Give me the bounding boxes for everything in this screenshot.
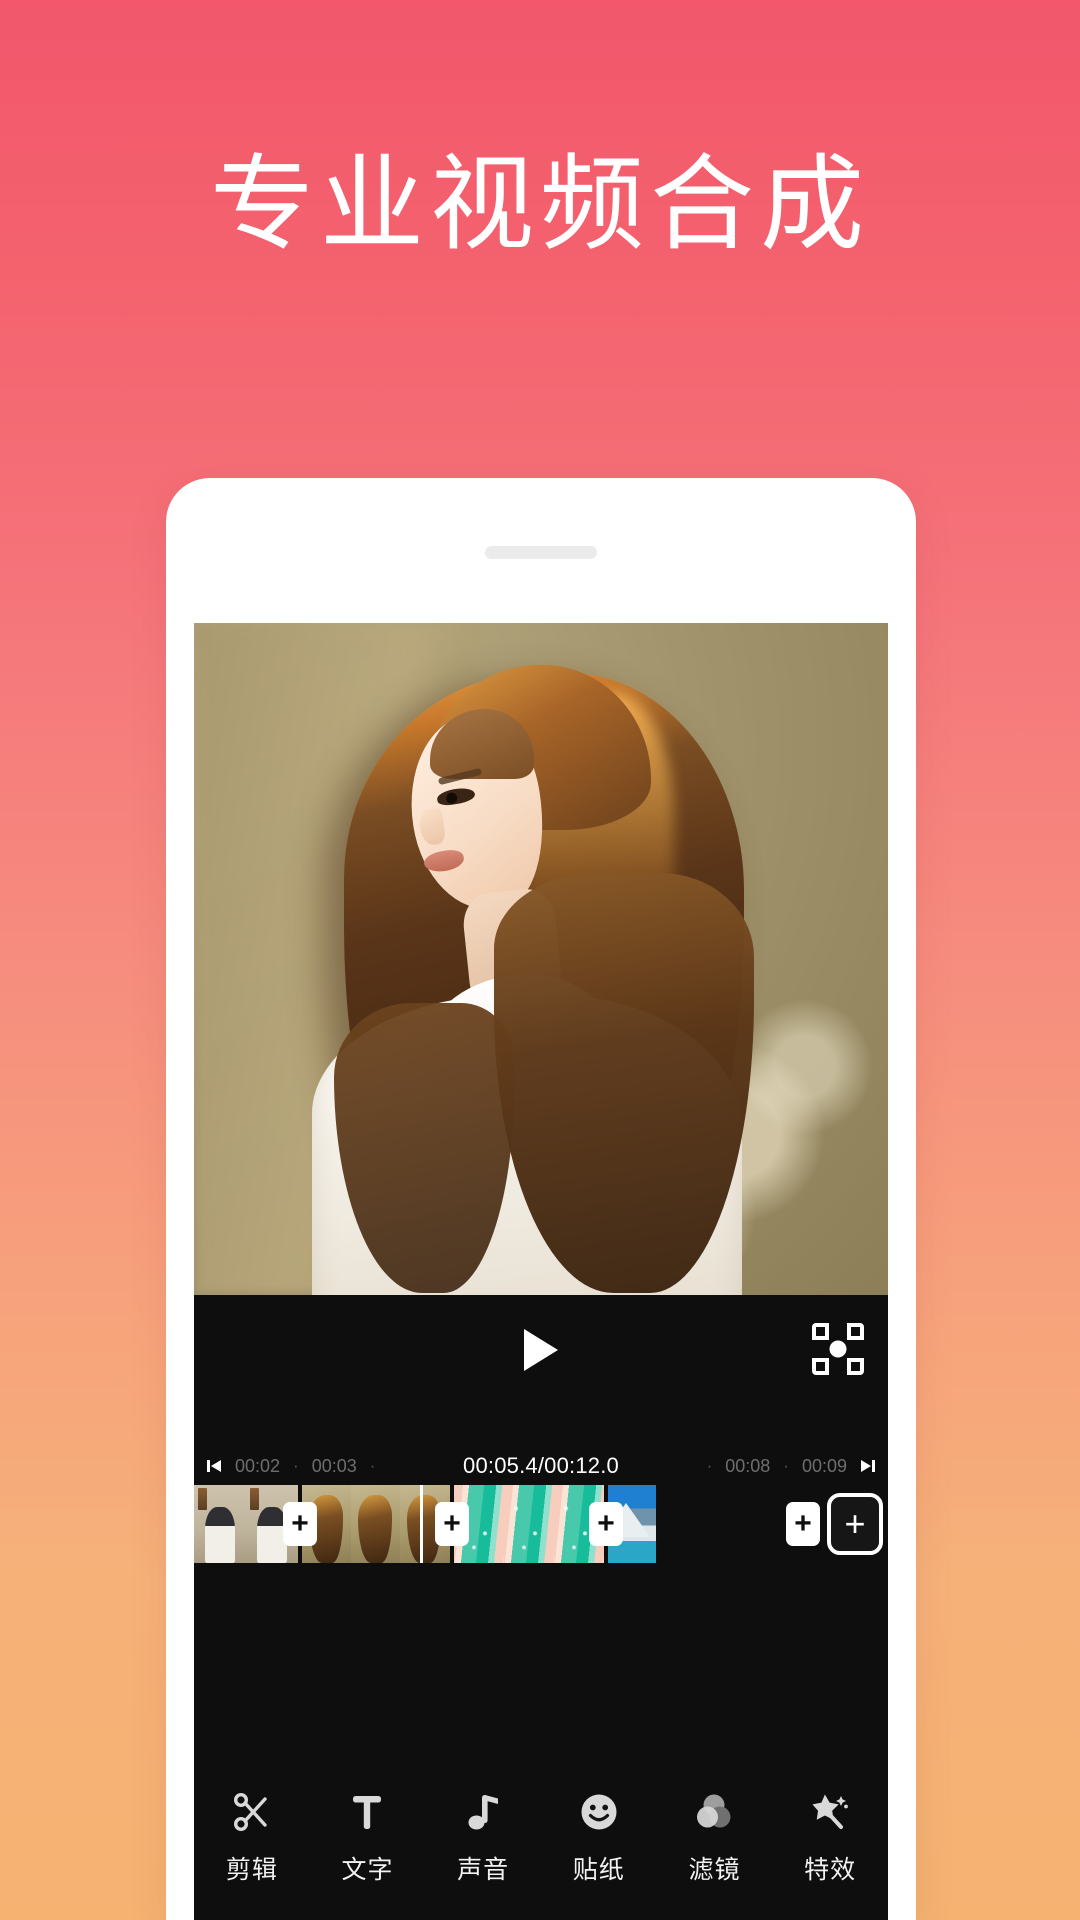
clip-thumb	[351, 1485, 400, 1563]
magic-wand-icon	[806, 1788, 854, 1836]
transition-add-button-3[interactable]: +	[589, 1502, 623, 1546]
skip-next-icon[interactable]	[860, 1458, 876, 1474]
app-screen: 00:02 · 00:03 · 00:05.4/00:12.0 · 00:08 …	[194, 623, 888, 1920]
toolbar-item-text[interactable]: 文字	[315, 1788, 420, 1886]
fullscreen-corner-bl	[812, 1358, 829, 1375]
timeline-strip[interactable]: + + + + +	[194, 1485, 888, 1563]
transition-add-button-2[interactable]: +	[435, 1502, 469, 1546]
toolbar-item-effects[interactable]: 特效	[778, 1788, 883, 1886]
ruler-dot-2: ·	[369, 1456, 376, 1475]
transition-add-button-1[interactable]: +	[283, 1502, 317, 1546]
fullscreen-corner-tl	[812, 1323, 829, 1340]
transition-add-button-4[interactable]: +	[786, 1502, 820, 1546]
skip-previous-icon[interactable]	[206, 1458, 222, 1474]
smiley-sticker-icon	[575, 1788, 623, 1836]
fullscreen-center-dot	[829, 1340, 847, 1358]
toolbar-label: 贴纸	[572, 1855, 625, 1884]
player-controls-bar	[194, 1295, 888, 1447]
filter-circles-icon	[690, 1788, 738, 1836]
ruler-tick-2: 00:03	[311, 1455, 357, 1476]
clip-thumb	[504, 1485, 554, 1563]
video-preview[interactable]	[194, 623, 888, 1295]
fullscreen-icon[interactable]	[812, 1323, 864, 1375]
ruler-tick-1: 00:02	[235, 1455, 281, 1476]
play-button[interactable]	[524, 1329, 558, 1371]
phone-mockup: 00:02 · 00:03 · 00:05.4/00:12.0 · 00:08 …	[166, 478, 916, 1920]
timeline-clip-3[interactable]	[454, 1485, 604, 1563]
toolbar-label: 剪辑	[225, 1855, 278, 1884]
ruler-dot-1: ·	[293, 1456, 299, 1475]
toolbar-item-audio[interactable]: 声音	[431, 1788, 536, 1886]
page-title: 专业视频合成	[209, 143, 870, 265]
toolbar-label: 文字	[341, 1855, 394, 1884]
toolbar-label: 滤镜	[688, 1855, 741, 1884]
timeline-clip-2[interactable]	[302, 1485, 450, 1563]
scissors-icon	[228, 1788, 276, 1836]
earpiece-speaker-icon	[485, 546, 597, 559]
fullscreen-corner-tr	[847, 1323, 864, 1340]
toolbar-item-sticker[interactable]: 贴纸	[546, 1788, 651, 1886]
toolbar-item-edit[interactable]: 剪辑	[199, 1788, 304, 1886]
toolbar-item-filter[interactable]: 滤镜	[662, 1788, 767, 1886]
ruler-tick-4: 00:09	[801, 1455, 848, 1476]
music-note-icon	[459, 1788, 507, 1836]
toolbar-label: 声音	[457, 1855, 510, 1884]
toolbar-label: 特效	[804, 1855, 857, 1884]
time-ruler: 00:02 · 00:03 · 00:05.4/00:12.0 · 00:08 …	[194, 1447, 888, 1485]
editor-toolbar: 剪辑 文字 声音 贴纸 滤镜 特效	[194, 1770, 888, 1920]
text-t-icon	[343, 1788, 391, 1836]
current-time-readout: 00:05.4/00:12.0	[463, 1453, 619, 1478]
ruler-dot-3: ·	[706, 1456, 713, 1475]
playhead-indicator[interactable]	[420, 1485, 423, 1563]
fullscreen-corner-br	[847, 1358, 864, 1375]
clip-thumb	[194, 1485, 246, 1563]
ruler-tick-3: 00:08	[725, 1455, 771, 1476]
add-clip-button[interactable]: +	[827, 1493, 883, 1555]
ruler-dot-4: ·	[783, 1456, 789, 1475]
